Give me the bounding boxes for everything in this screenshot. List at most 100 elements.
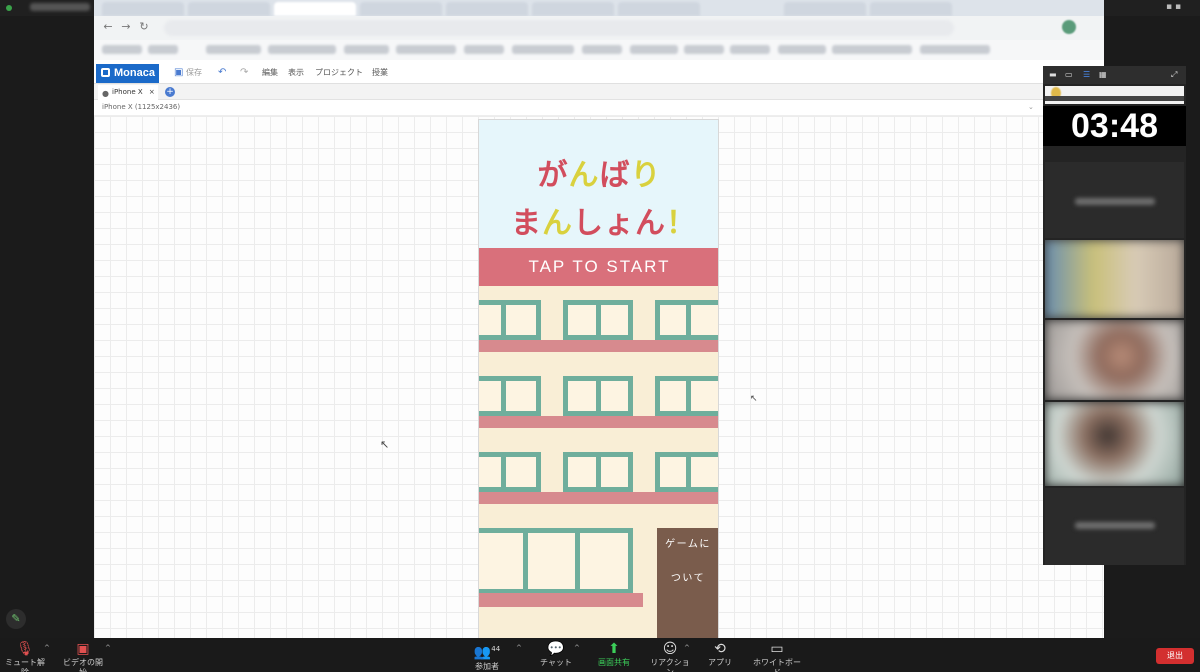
browser-tab[interactable]	[360, 2, 442, 16]
top-right-icons[interactable]: ▪ ▪	[1166, 2, 1194, 12]
bookmark-item[interactable]	[102, 45, 142, 54]
bookmark-item[interactable]	[832, 45, 912, 54]
share-screen-icon: ⬆	[608, 641, 620, 657]
chevron-up-icon[interactable]: ^	[44, 644, 50, 652]
bookmark-item[interactable]	[464, 45, 504, 54]
view-menu[interactable]: 表示	[288, 66, 304, 80]
help-menu[interactable]: 授業	[372, 66, 388, 80]
chevron-up-icon[interactable]: ^	[574, 644, 580, 652]
apple-icon: ●	[102, 89, 109, 98]
building-window	[563, 452, 633, 492]
chevron-up-icon[interactable]: ^	[105, 644, 111, 652]
bookmark-item[interactable]	[344, 45, 389, 54]
save-menu[interactable]: 保存	[186, 66, 202, 80]
shared-browser-window: ← → ↻ Monaca ▣ 保存 ↶ ↷ 編集 表示 プロジェクト 授業 ● …	[94, 0, 1104, 638]
project-menu[interactable]: プロジェクト	[315, 66, 363, 80]
bookmark-item[interactable]	[206, 45, 261, 54]
participant-tile[interactable]	[1045, 320, 1184, 400]
shared-screen-thumbnail[interactable]	[1045, 86, 1184, 104]
participant-name-blurred	[1075, 198, 1155, 205]
about-line2: ついて	[670, 573, 706, 584]
chat-button[interactable]: 💬 チャット	[540, 640, 572, 668]
building-ledge	[479, 416, 718, 428]
bookmark-item[interactable]	[684, 45, 724, 54]
browser-tab[interactable]	[870, 2, 952, 16]
participant-tile[interactable]	[1045, 488, 1184, 565]
chevron-up-icon[interactable]: ^	[684, 644, 690, 652]
add-preview-icon[interactable]: +	[165, 87, 175, 97]
building-window	[655, 452, 718, 492]
participant-tile[interactable]	[1045, 240, 1184, 318]
bookmarks-bar	[94, 40, 1104, 60]
building-entrance-window	[479, 528, 633, 594]
browser-tab[interactable]	[188, 2, 270, 16]
zoom-toolbar: 🎙 ミュート解除 ^ ▣ ビデオの開始 ^ 👥44 参加者 ^ 💬 チャット ^…	[0, 638, 1200, 672]
tap-to-start-button[interactable]: TAP TO START	[479, 248, 718, 286]
reload-icon[interactable]: ↻	[138, 21, 150, 33]
participants-button[interactable]: 👥44 参加者	[470, 640, 504, 672]
back-icon[interactable]: ←	[102, 21, 114, 33]
phone-preview[interactable]: がんばり まんしょん！ TAP TO START ゲームに ついて	[478, 119, 719, 638]
browser-tab[interactable]	[446, 2, 528, 16]
fullscreen-icon[interactable]: ⤢	[1171, 70, 1177, 80]
chevron-up-icon[interactable]: ^	[516, 644, 522, 652]
browser-tab[interactable]	[618, 2, 700, 16]
device-select-row: iPhone X (1125x2436) ⌄	[94, 100, 1104, 116]
chevron-down-icon[interactable]: ⌄	[1028, 103, 1034, 111]
bookmark-item[interactable]	[396, 45, 456, 54]
bookmark-item[interactable]	[582, 45, 622, 54]
strip-view-icon[interactable]: ☰	[1083, 70, 1090, 80]
screen: ▪ ▪ ← → ↻ Monaca ▣ 保存 ↶ ↷ 編集 表示 プロジェクト 授…	[0, 0, 1200, 672]
browser-tab-active[interactable]	[274, 2, 356, 16]
start-video-button[interactable]: ▣ ビデオの開始	[60, 640, 106, 672]
browser-tab[interactable]	[532, 2, 614, 16]
browser-tab[interactable]	[102, 2, 184, 16]
building-window	[655, 376, 718, 416]
unmute-button[interactable]: 🎙 ミュート解除	[4, 640, 46, 672]
building-ledge	[479, 340, 718, 352]
browser-tab-strip	[94, 0, 1104, 16]
game-title-line2: まんしょん！	[511, 206, 697, 241]
profile-avatar[interactable]	[1062, 20, 1076, 34]
bookmark-item[interactable]	[778, 45, 826, 54]
participant-tile[interactable]	[1045, 162, 1184, 238]
tab-iphone-x[interactable]: ● iPhone X ×	[98, 85, 158, 100]
speaker-view-icon[interactable]: ▭	[1065, 70, 1073, 80]
thumb-toolbar	[1045, 96, 1184, 101]
apps-icon: ⟲	[714, 641, 726, 657]
participant-name-blurred	[1075, 522, 1155, 529]
save-icon[interactable]: ▣	[174, 66, 183, 80]
building-window	[655, 300, 718, 340]
address-row: ← → ↻	[94, 16, 1104, 40]
monaca-toolbar: Monaca ▣ 保存 ↶ ↷ 編集 表示 プロジェクト 授業	[94, 62, 1104, 84]
browser-tab[interactable]	[784, 2, 866, 16]
whiteboard-icon: ▭	[770, 641, 784, 657]
bookmark-item[interactable]	[512, 45, 574, 54]
bookmark-item[interactable]	[730, 45, 770, 54]
minimize-icon[interactable]: ▬	[1049, 70, 1057, 80]
pencil-icon[interactable]: ✎	[6, 609, 26, 629]
share-screen-button[interactable]: ⬆ 画面共有	[596, 640, 632, 668]
monaca-logo[interactable]: Monaca	[96, 64, 159, 83]
apps-button[interactable]: ⟲ アプリ	[706, 640, 734, 668]
device-select[interactable]: iPhone X (1125x2436)	[102, 103, 180, 111]
edit-menu[interactable]: 編集	[262, 66, 278, 80]
forward-icon[interactable]: →	[120, 21, 132, 33]
bookmark-item[interactable]	[268, 45, 336, 54]
participant-tile[interactable]	[1045, 402, 1184, 486]
about-game-button[interactable]: ゲームに ついて	[657, 528, 718, 638]
bookmark-item[interactable]	[920, 45, 990, 54]
redo-icon[interactable]: ↷	[240, 66, 248, 80]
undo-icon[interactable]: ↶	[218, 66, 226, 80]
bookmark-item[interactable]	[630, 45, 678, 54]
participant-video	[1045, 402, 1184, 486]
whiteboard-button[interactable]: ▭ ホワイトボード	[750, 640, 804, 672]
bookmark-item[interactable]	[148, 45, 178, 54]
chat-bubble-icon: 💬	[547, 641, 565, 657]
address-bar[interactable]	[164, 20, 954, 36]
leave-button[interactable]: 退出	[1156, 648, 1194, 664]
close-tab-icon[interactable]: ×	[149, 88, 155, 96]
blurred-top-text	[30, 3, 90, 11]
mouse-cursor: ↖	[380, 438, 390, 451]
gallery-view-icon[interactable]: ▦	[1099, 70, 1107, 80]
